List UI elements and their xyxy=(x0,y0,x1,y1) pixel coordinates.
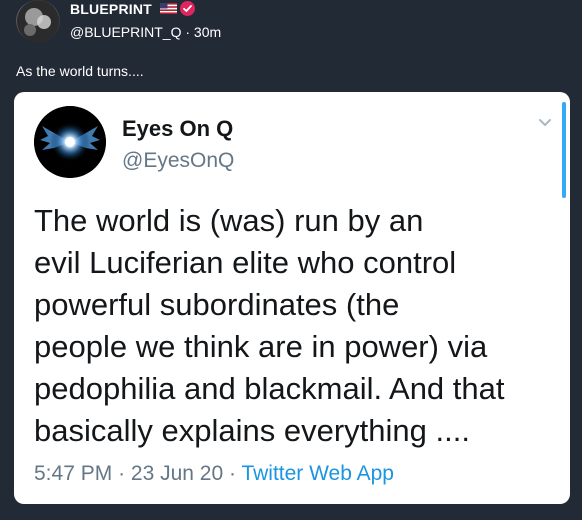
verified-badge-icon xyxy=(180,1,195,16)
quoted-tweet-source[interactable]: Twitter Web App xyxy=(241,462,394,485)
post-header: BLUEPRINT @BLUEPRINT_Q · 30m xyxy=(0,0,582,50)
us-flag-icon xyxy=(160,3,177,14)
meta-separator: · xyxy=(118,462,131,485)
quoted-tweet-text: The world is (was) run by an evil Lucife… xyxy=(34,203,505,448)
quoted-author-name[interactable]: Eyes On Q xyxy=(122,116,233,142)
author-avatar[interactable] xyxy=(16,0,60,42)
quoted-tweet-time[interactable]: 5:47 PM xyxy=(34,462,112,485)
quoted-author-handle[interactable]: @EyesOnQ xyxy=(122,149,234,173)
eye-wings-logo-icon xyxy=(34,106,106,178)
author-handle-time[interactable]: @BLUEPRINT_Q · 30m xyxy=(70,24,221,40)
author-name[interactable]: BLUEPRINT xyxy=(70,1,152,17)
quoted-tweet-date[interactable]: 23 Jun 20 xyxy=(131,462,223,485)
author-avatar-image xyxy=(17,0,59,42)
chevron-down-icon[interactable] xyxy=(538,118,552,128)
scrollbar[interactable] xyxy=(562,102,566,198)
quoted-tweet-card[interactable]: Eyes On Q @EyesOnQ The world is (was) ru… xyxy=(14,92,570,504)
meta-separator: · xyxy=(228,462,242,485)
quoted-author-avatar[interactable] xyxy=(34,106,106,178)
quoted-tweet-meta: 5:47 PM · 23 Jun 20 · Twitter Web App xyxy=(34,462,394,486)
post-caption: As the world turns.... xyxy=(16,63,144,79)
